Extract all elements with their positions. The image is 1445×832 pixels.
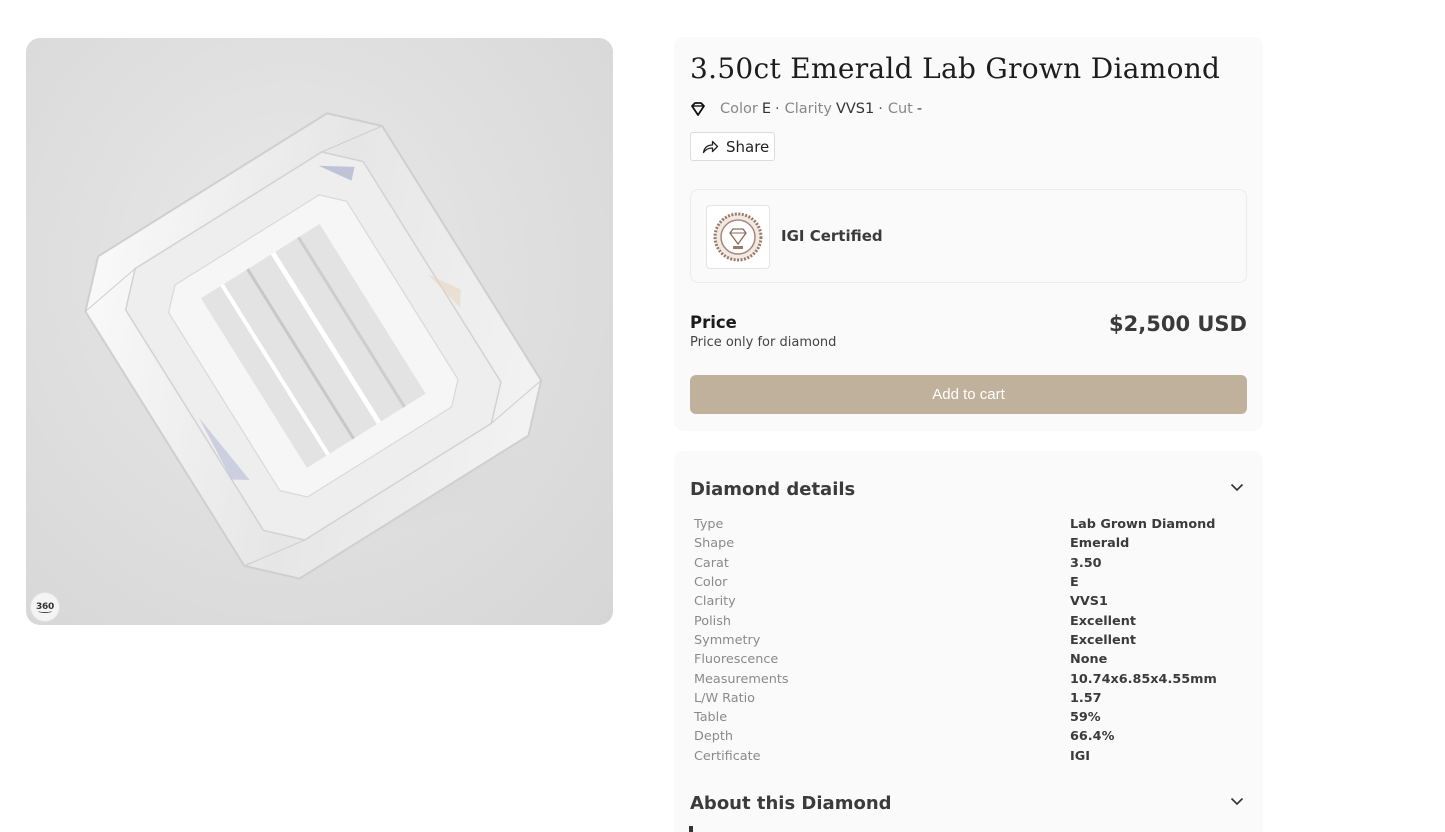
detail-value: 66.4% — [1070, 729, 1115, 745]
detail-key: Clarity — [694, 594, 736, 610]
detail-row: Color E — [694, 573, 1254, 592]
chevron-down-icon[interactable] — [1230, 797, 1244, 806]
price-note: Price only for diamond — [690, 335, 837, 350]
detail-row: Table 59% — [694, 708, 1254, 727]
detail-value: 1.57 — [1070, 690, 1102, 706]
detail-key: Carat — [694, 555, 729, 571]
detail-key: Type — [694, 517, 724, 533]
certificate-card[interactable]: IGI Certified — [690, 189, 1247, 283]
detail-row: Certificate IGI — [694, 747, 1254, 766]
price-value: $2,500 USD — [1109, 312, 1247, 336]
detail-value: None — [1070, 652, 1108, 668]
detail-key: Symmetry — [694, 632, 761, 648]
product-title: 3.50ct Emerald Lab Grown Diamond — [690, 52, 1221, 85]
view-360-button[interactable]: 360 — [31, 593, 59, 621]
detail-value: IGI — [1070, 748, 1091, 764]
detail-key: Polish — [694, 613, 731, 629]
spec-color-value: E — [761, 101, 772, 117]
detail-key: Depth — [694, 729, 733, 745]
detail-row: Clarity VVS1 — [694, 592, 1254, 611]
detail-value: Lab Grown Diamond — [1070, 517, 1216, 533]
detail-row: Fluorescence None — [694, 650, 1254, 669]
detail-key: L/W Ratio — [694, 690, 756, 706]
chevron-down-icon[interactable] — [1230, 483, 1244, 492]
diamond-details-title: Diamond details — [690, 479, 856, 500]
truncated-text-fragment — [689, 826, 693, 832]
detail-key: Fluorescence — [694, 652, 779, 668]
detail-row: Carat 3.50 — [694, 554, 1254, 573]
detail-value: Excellent — [1070, 632, 1136, 648]
diamond-photo — [84, 112, 543, 580]
detail-key: Table — [694, 710, 728, 726]
detail-row: Shape Emerald — [694, 534, 1254, 553]
detail-row: Symmetry Excellent — [694, 631, 1254, 650]
add-to-cart-button[interactable]: Add to cart — [690, 375, 1247, 414]
detail-row: Polish Excellent — [694, 611, 1254, 630]
detail-key: Certificate — [694, 748, 761, 764]
share-arrow-icon — [702, 140, 719, 154]
certificate-label: IGI Certified — [781, 227, 883, 245]
detail-key: Color — [694, 575, 728, 591]
detail-row: Type Lab Grown Diamond — [694, 515, 1254, 534]
product-spec-summary: Color E · Clarity VVS1 · Cut - — [689, 99, 922, 119]
price-label: Price — [690, 313, 737, 332]
spec-separator: · — [878, 101, 883, 117]
diamond-details-table: Type Lab Grown Diamond Shape Emerald Carat… — [694, 515, 1254, 766]
product-image[interactable] — [26, 38, 613, 625]
spec-clarity-value: VVS1 — [835, 101, 875, 117]
share-label: Share — [726, 137, 770, 156]
detail-row: Measurements 10.74x6.85x4.55mm — [694, 669, 1254, 688]
spec-cut-value: - — [916, 101, 923, 117]
detail-value: E — [1070, 575, 1079, 591]
about-diamond-title: About this Diamond — [690, 793, 892, 814]
detail-row: Depth 66.4% — [694, 727, 1254, 746]
spec-color-label: Color — [720, 101, 758, 117]
detail-value: Emerald — [1070, 536, 1130, 552]
detail-key: Shape — [694, 536, 735, 552]
spec-separator: · — [775, 101, 780, 117]
detail-value: 3.50 — [1070, 555, 1102, 571]
detail-value: VVS1 — [1070, 594, 1108, 610]
rotate-360-icon — [38, 609, 52, 613]
igi-seal-icon — [706, 205, 770, 269]
detail-value: 59% — [1070, 710, 1101, 726]
igi-logo — [713, 212, 763, 262]
spec-clarity-label: Clarity — [784, 101, 832, 117]
detail-value: Excellent — [1070, 613, 1136, 629]
diamond-icon — [691, 102, 705, 116]
detail-key: Measurements — [694, 671, 789, 687]
share-button[interactable]: Share — [690, 132, 775, 161]
detail-row: L/W Ratio 1.57 — [694, 689, 1254, 708]
detail-value: 10.74x6.85x4.55mm — [1070, 671, 1217, 687]
spec-cut-label: Cut — [887, 101, 913, 117]
